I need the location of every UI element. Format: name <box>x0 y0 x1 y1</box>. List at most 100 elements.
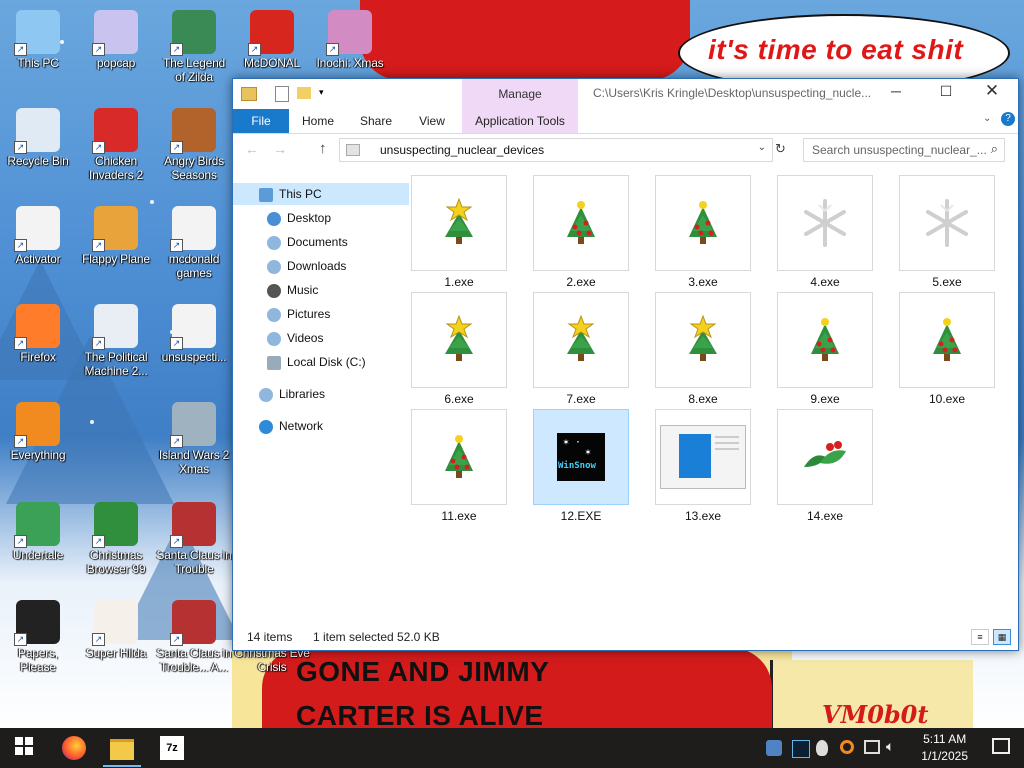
file-item[interactable]: 1.exe <box>411 175 507 289</box>
close-button[interactable]: ✕ <box>969 81 1015 101</box>
desktop-icon[interactable]: ↗ Super Hilda <box>78 598 154 690</box>
status-item-count: 14 items <box>247 630 293 644</box>
nav-item-label: This PC <box>279 187 322 201</box>
firefox-taskbar-icon[interactable] <box>62 736 86 760</box>
desktop-icon[interactable]: ↗ Papers, Please <box>0 598 76 690</box>
nav-item-libraries[interactable]: Libraries <box>259 383 325 405</box>
nav-item-downloads[interactable]: Downloads <box>267 255 346 277</box>
tray-app-icon[interactable] <box>792 740 810 758</box>
desktop-icon[interactable]: ↗ Everything <box>0 400 76 492</box>
maximize-button[interactable]: ☐ <box>923 83 969 100</box>
desktop-icon[interactable]: ↗ Santa Claus in Trouble... A... <box>156 598 232 690</box>
address-path: unsuspecting_nuclear_devices <box>380 143 545 157</box>
file-item[interactable]: 8.exe <box>655 292 751 406</box>
file-item[interactable]: 4.exe <box>777 175 873 289</box>
snowflake-icon <box>900 176 994 270</box>
tab-application-tools[interactable]: Application Tools <box>462 109 578 133</box>
nav-item-network[interactable]: Network <box>259 415 323 437</box>
minimize-button[interactable]: ─ <box>873 83 919 99</box>
shortcut-arrow-icon: ↗ <box>170 435 183 448</box>
desktop-icon[interactable]: ↗ Santa Claus in Trouble <box>156 500 232 592</box>
everything-tray-icon[interactable] <box>840 740 854 754</box>
desktop-icon-label: Recycle Bin <box>7 154 69 168</box>
file-item[interactable]: 5.exe <box>899 175 995 289</box>
shortcut-arrow-icon: ↗ <box>92 239 105 252</box>
desktop-icon[interactable]: ↗ Undertale <box>0 500 76 592</box>
chevron-down-icon[interactable]: ⌄ <box>983 113 991 124</box>
tray-app-icon[interactable] <box>816 740 828 756</box>
tab-home[interactable]: Home <box>295 109 341 133</box>
start-button[interactable] <box>14 736 38 760</box>
nav-item-documents[interactable]: Documents <box>267 231 348 253</box>
desktop-icon[interactable]: ↗ Christmas Browser 99 <box>78 500 154 592</box>
nav-item-local-disk[interactable]: Local Disk (C:) <box>267 351 366 373</box>
desktop-icon[interactable]: ↗ popcap <box>78 8 154 100</box>
file-grid: 1.exe 2.exe 3.exe 4.exe 5.exe 6.exe 7.ex… <box>403 173 1013 623</box>
back-arrow-icon[interactable]: ← <box>245 141 259 157</box>
tab-manage[interactable]: Manage <box>462 79 578 101</box>
computer-icon: ↗ <box>14 10 60 56</box>
quick-access-properties-icon[interactable] <box>275 86 289 102</box>
7zip-taskbar-icon[interactable]: 7z <box>160 736 184 760</box>
taskbar-clock[interactable]: 5:11 AM 1/1/2025 <box>921 731 968 765</box>
nav-item-this-pc[interactable]: This PC <box>233 183 409 205</box>
details-view-icon[interactable]: ≡ <box>971 629 989 645</box>
tree-star-icon <box>656 293 750 387</box>
file-item[interactable]: 13.exe <box>655 409 751 523</box>
notifications-icon[interactable] <box>992 738 1010 754</box>
nav-item-pictures[interactable]: Pictures <box>267 303 330 325</box>
file-item[interactable]: 11.exe <box>411 409 507 523</box>
file-explorer-taskbar-icon[interactable] <box>110 739 134 760</box>
nav-item-music[interactable]: Music <box>267 279 318 301</box>
file-item[interactable]: 3.exe <box>655 175 751 289</box>
desktop-icon[interactable]: ↗ The Legend of Zilda <box>156 8 232 100</box>
file-item[interactable]: 2.exe <box>533 175 629 289</box>
file-item[interactable]: 10.exe <box>899 292 995 406</box>
file-item[interactable]: ✶ · ✶ WinSnow 12.EXE <box>533 409 629 523</box>
desktop-icon[interactable]: ↗ Island Wars 2 Xmas <box>156 400 232 492</box>
shortcut-arrow-icon: ↗ <box>14 43 27 56</box>
file-name: 6.exe <box>444 392 474 406</box>
desktop-icon[interactable]: ↗ Chicken Invaders 2 <box>78 106 154 198</box>
volume-muted-icon[interactable]: 🔈︎ <box>886 738 894 755</box>
desktop-icon[interactable]: ↗ This PC <box>0 8 76 100</box>
desktop-icon[interactable]: ↗ unsuspecti... <box>156 302 232 394</box>
tab-view[interactable]: View <box>409 109 455 133</box>
game-icon: ↗ <box>170 600 216 646</box>
network-tray-icon[interactable] <box>864 740 880 754</box>
desktop-icon[interactable]: ↗ The Political Machine 2... <box>78 302 154 394</box>
file-thumbnail <box>411 175 507 271</box>
file-item[interactable]: 14.exe <box>777 409 873 523</box>
help-icon[interactable]: ? <box>1001 112 1015 126</box>
desktop-icon[interactable]: ↗ Angry Birds Seasons <box>156 106 232 198</box>
search-icon[interactable]: ⌕ <box>991 141 998 157</box>
file-item[interactable]: 7.exe <box>533 292 629 406</box>
desktop-icon[interactable]: ↗ Flappy Plane <box>78 204 154 296</box>
search-input[interactable]: Search unsuspecting_nuclear_... ⌕ <box>803 138 1005 162</box>
new-folder-icon[interactable] <box>297 87 311 99</box>
file-item[interactable]: 6.exe <box>411 292 507 406</box>
title-bar[interactable]: ▾ C:\Users\Kris Kringle\Desktop\unsuspec… <box>233 79 1018 109</box>
desktop-icon[interactable]: ↗ Recycle Bin <box>0 106 76 198</box>
refresh-icon[interactable]: ↻ <box>775 141 786 157</box>
forward-arrow-icon[interactable]: → <box>273 141 287 157</box>
santa-hat-graphic <box>360 0 690 80</box>
tray-app-icon[interactable] <box>766 740 782 756</box>
shortcut-arrow-icon: ↗ <box>14 239 27 252</box>
large-icons-view-icon[interactable]: ▦ <box>993 629 1011 645</box>
desktop-icon[interactable]: ↗ Firefox <box>0 302 76 394</box>
nav-item-videos[interactable]: Videos <box>267 327 323 349</box>
file-thumbnail <box>777 175 873 271</box>
desktop-icon-label: Seasons <box>171 168 217 182</box>
file-item[interactable]: 9.exe <box>777 292 873 406</box>
tab-file[interactable]: File <box>233 109 289 133</box>
desktop-icon[interactable]: ↗ mcdonald games <box>156 204 232 296</box>
address-input[interactable]: unsuspecting_nuclear_devices ⌄ <box>339 138 773 162</box>
desktop-icon[interactable]: ↗ Activator <box>0 204 76 296</box>
nav-item-desktop[interactable]: Desktop <box>267 207 331 229</box>
chevron-down-icon[interactable]: ▾ <box>319 87 324 98</box>
chevron-down-icon[interactable]: ⌄ <box>758 142 766 153</box>
up-arrow-icon[interactable]: ↑ <box>319 140 327 157</box>
tab-share[interactable]: Share <box>353 109 399 133</box>
file-explorer-window[interactable]: ▾ C:\Users\Kris Kringle\Desktop\unsuspec… <box>232 78 1019 651</box>
